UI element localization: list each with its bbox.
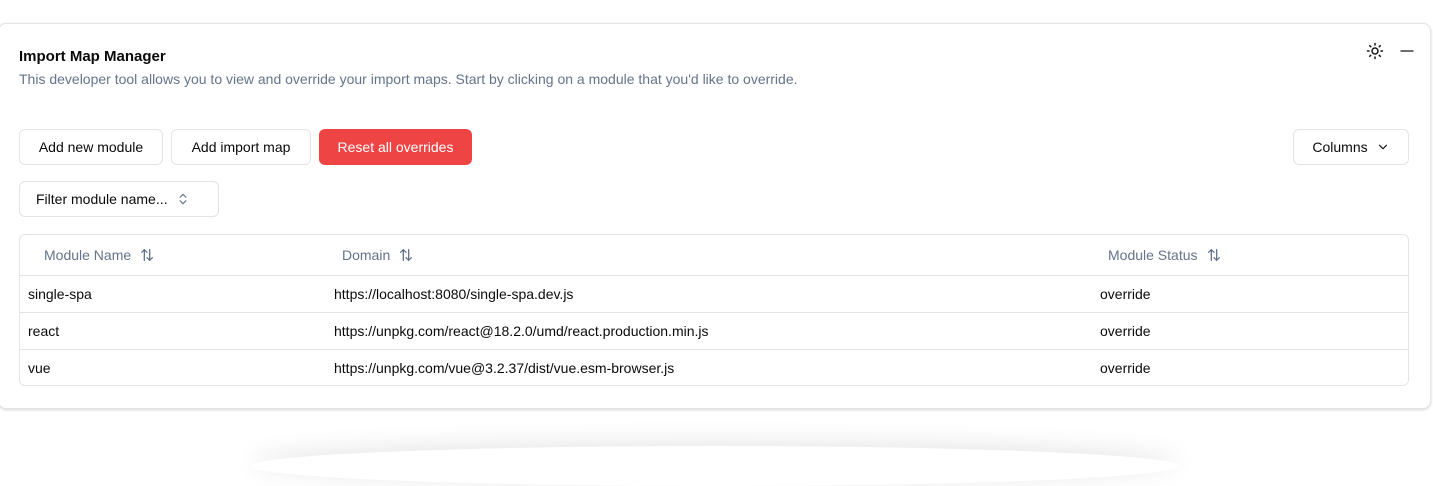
chevrons-up-down-icon	[179, 193, 186, 205]
reset-all-overrides-button[interactable]: Reset all overrides	[319, 129, 472, 165]
module-name-cell: vue	[28, 360, 51, 376]
header-label: Module Status	[1108, 247, 1198, 263]
sun-icon	[1366, 42, 1384, 60]
sort-module-name-button[interactable]: Module Name	[28, 241, 171, 269]
table-header-row: Module Name Domain Module Status	[20, 235, 1408, 276]
module-name-cell: react	[20, 312, 326, 350]
header-label: Module Name	[44, 247, 132, 263]
domain-cell: https://localhost:8080/single-spa.dev.js	[326, 275, 1092, 313]
minimize-button[interactable]	[1394, 38, 1420, 64]
columns-dropdown-button[interactable]: Columns	[1293, 129, 1409, 165]
filter-label: Filter module name...	[36, 191, 168, 207]
panel-title: Import Map Manager	[19, 48, 166, 65]
import-map-manager-panel: Import Map Manager This developer tool a…	[0, 23, 1431, 409]
add-import-map-button[interactable]: Add import map	[171, 129, 311, 165]
columns-label: Columns	[1312, 139, 1368, 155]
header-domain: Domain	[326, 235, 1092, 276]
minus-icon	[1400, 50, 1414, 52]
sort-arrows-icon	[141, 249, 154, 261]
chevron-down-icon	[1378, 144, 1387, 150]
sort-arrows-icon	[400, 249, 413, 261]
sort-module-status-button[interactable]: Module Status	[1092, 241, 1238, 269]
theme-toggle-button[interactable]	[1362, 38, 1388, 64]
sort-arrows-icon	[1207, 249, 1220, 261]
table-row[interactable]: vue https://unpkg.com/vue@3.2.37/dist/vu…	[20, 350, 1408, 386]
status-cell: override	[1100, 360, 1151, 376]
header-module-name: Module Name	[20, 235, 326, 276]
status-cell: override	[1092, 312, 1408, 350]
sort-domain-button[interactable]: Domain	[326, 241, 430, 269]
domain-cell: https://unpkg.com/react@18.2.0/umd/react…	[326, 312, 1092, 350]
domain-cell: https://unpkg.com/vue@3.2.37/dist/vue.es…	[334, 360, 675, 376]
background-card-edge	[250, 446, 1180, 486]
header-module-status: Module Status	[1092, 235, 1408, 276]
table-row[interactable]: single-spa https://localhost:8080/single…	[20, 275, 1408, 313]
add-new-module-button[interactable]: Add new module	[19, 129, 163, 165]
module-name-cell: single-spa	[20, 275, 326, 313]
status-cell: override	[1092, 275, 1408, 313]
table-row[interactable]: react https://unpkg.com/react@18.2.0/umd…	[20, 312, 1408, 350]
modules-table: Module Name Domain Module Status single-…	[19, 234, 1409, 386]
filter-module-name-combobox[interactable]: Filter module name...	[19, 181, 219, 217]
panel-description: This developer tool allows you to view a…	[19, 71, 798, 87]
header-label: Domain	[342, 247, 391, 263]
